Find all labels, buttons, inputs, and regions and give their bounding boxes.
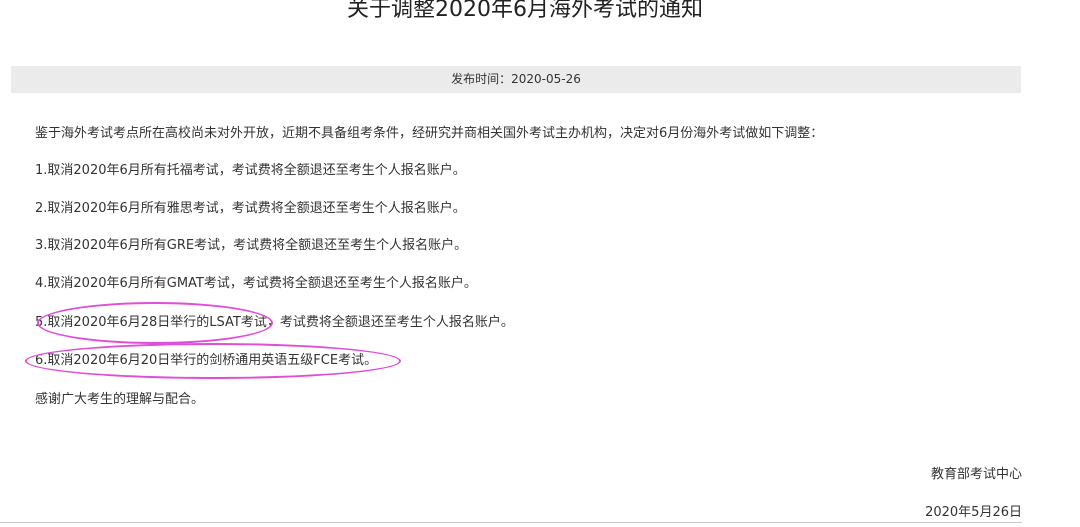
signature-date: 2020年5月26日 (925, 505, 1022, 520)
list-item: 2.取消2020年6月所有雅思考试，考试费将全额退还至考生个人报名账户。 (35, 201, 466, 216)
intro-paragraph: 鉴于海外考试考点所在高校尚未对外开放，近期不具备组考条件，经研究并商相关国外考试… (35, 126, 824, 141)
list-item-lsat: 5.取消2020年6月28日举行的LSAT考试，考试费将全额退还至考生个人报名账… (35, 311, 514, 335)
lsat-rest-text: 考试费将全额退还至考生个人报名账户。 (279, 315, 514, 330)
notice-page: 关于调整2020年6月海外考试的通知 发布时间：2020-05-26 鉴于海外考… (0, 0, 1080, 527)
bottom-divider (0, 522, 1022, 523)
list-item: 3.取消2020年6月所有GRE考试，考试费将全额退还至考生个人报名账户。 (35, 238, 468, 253)
lsat-highlighted-text: 5.取消2020年6月28日举行的LSAT考试， (35, 315, 280, 330)
signature-org: 教育部考试中心 (930, 467, 1022, 482)
publish-date-bar: 发布时间：2020-05-26 (11, 66, 1021, 93)
list-item: 4.取消2020年6月所有GMAT考试，考试费将全额退还至考生个人报名账户。 (35, 276, 477, 291)
fce-highlighted-text: 6.取消2020年6月20日举行的剑桥通用英语五级FCE考试。 (35, 353, 378, 368)
page-title: 关于调整2020年6月海外考试的通知 (347, 0, 703, 22)
publish-date: 发布时间：2020-05-26 (451, 72, 581, 86)
list-item: 1.取消2020年6月所有托福考试，考试费将全额退还至考生个人报名账户。 (35, 163, 466, 178)
list-item-fce: 6.取消2020年6月20日举行的剑桥通用英语五级FCE考试。 (35, 349, 377, 373)
closing-paragraph: 感谢广大考生的理解与配合。 (35, 392, 205, 407)
